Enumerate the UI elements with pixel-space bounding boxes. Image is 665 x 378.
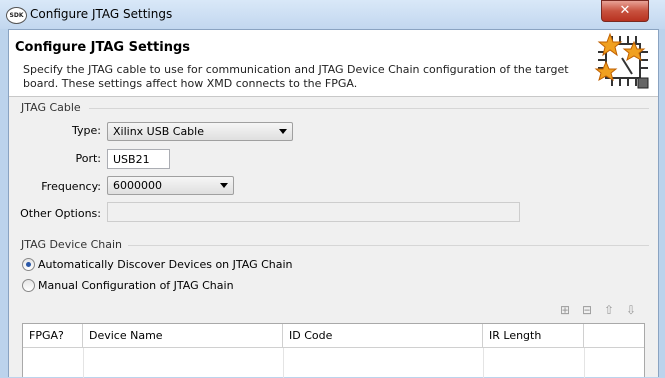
header-description: Specify the JTAG cable to use for commun…	[23, 63, 569, 90]
device-chain-section-label: JTAG Device Chain	[21, 238, 122, 251]
column-header-filler	[584, 324, 644, 348]
frequency-select[interactable]: 6000000	[107, 176, 234, 195]
column-divider	[83, 348, 84, 378]
dialog-header: Configure JTAG Settings Specify the JTAG…	[9, 30, 658, 97]
port-label: Port:	[75, 152, 101, 165]
add-device-icon[interactable]: ⊞	[557, 302, 573, 318]
jtag-cable-section-label: JTAG Cable	[21, 101, 81, 114]
column-header-id-code[interactable]: ID Code	[283, 324, 483, 348]
close-button[interactable]: ✕	[601, 0, 649, 22]
cable-type-value: Xilinx USB Cable	[113, 125, 204, 138]
frequency-label: Frequency:	[41, 180, 101, 193]
chevron-down-icon	[220, 183, 228, 188]
column-header-ir-length[interactable]: IR Length	[483, 324, 584, 348]
wizard-chip-stars-icon	[594, 32, 649, 89]
remove-device-icon[interactable]: ⊟	[579, 302, 595, 318]
column-header-fpga[interactable]: FPGA?	[23, 324, 83, 348]
column-divider	[283, 348, 284, 378]
column-divider	[483, 348, 484, 378]
other-options-label: Other Options:	[20, 207, 101, 220]
device-chain-table[interactable]: FPGA? Device Name ID Code IR Length	[22, 323, 645, 378]
other-options-input[interactable]	[107, 202, 520, 222]
section-divider	[89, 108, 649, 109]
manual-config-label[interactable]: Manual Configuration of JTAG Chain	[38, 279, 234, 292]
auto-discover-label[interactable]: Automatically Discover Devices on JTAG C…	[38, 258, 293, 271]
manual-config-radio[interactable]	[22, 279, 35, 292]
dialog-body: Configure JTAG Settings Specify the JTAG…	[8, 29, 659, 378]
header-title: Configure JTAG Settings	[15, 40, 190, 55]
move-up-icon[interactable]: ⇧	[601, 302, 617, 318]
move-down-icon[interactable]: ⇩	[623, 302, 639, 318]
chevron-down-icon	[279, 129, 287, 134]
section-divider	[128, 245, 649, 246]
sdk-app-icon: SDK	[6, 7, 27, 24]
title-bar: SDK Configure JTAG Settings ✕	[0, 0, 665, 29]
frequency-value: 6000000	[113, 179, 162, 192]
column-header-device-name[interactable]: Device Name	[83, 324, 283, 348]
cable-type-select[interactable]: Xilinx USB Cable	[107, 122, 293, 141]
port-input[interactable]: USB21	[107, 149, 170, 169]
type-label: Type:	[72, 124, 101, 137]
column-divider	[584, 348, 585, 378]
auto-discover-radio[interactable]	[22, 258, 35, 271]
window-title: Configure JTAG Settings	[30, 7, 173, 21]
port-value: USB21	[113, 153, 150, 166]
